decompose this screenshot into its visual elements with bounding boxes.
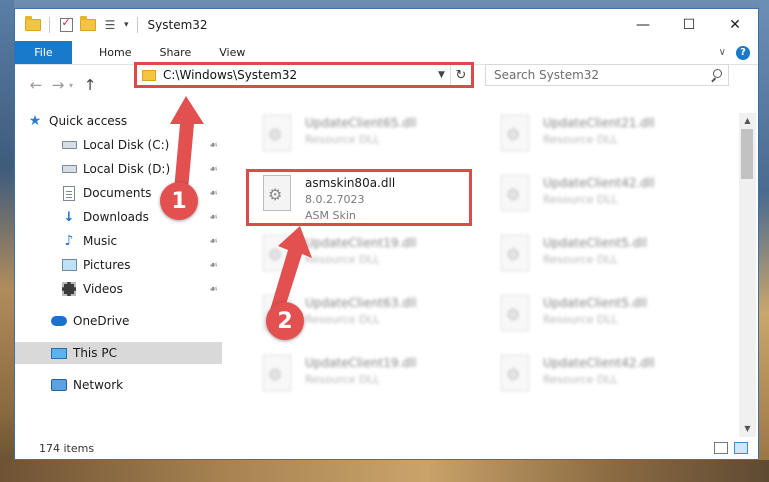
annotation-arrows bbox=[170, 96, 312, 314]
callout-1: 1 bbox=[160, 182, 198, 220]
callout-2: 2 bbox=[266, 302, 304, 340]
arrow-1-icon bbox=[170, 96, 204, 190]
arrow-2-icon bbox=[270, 226, 312, 314]
